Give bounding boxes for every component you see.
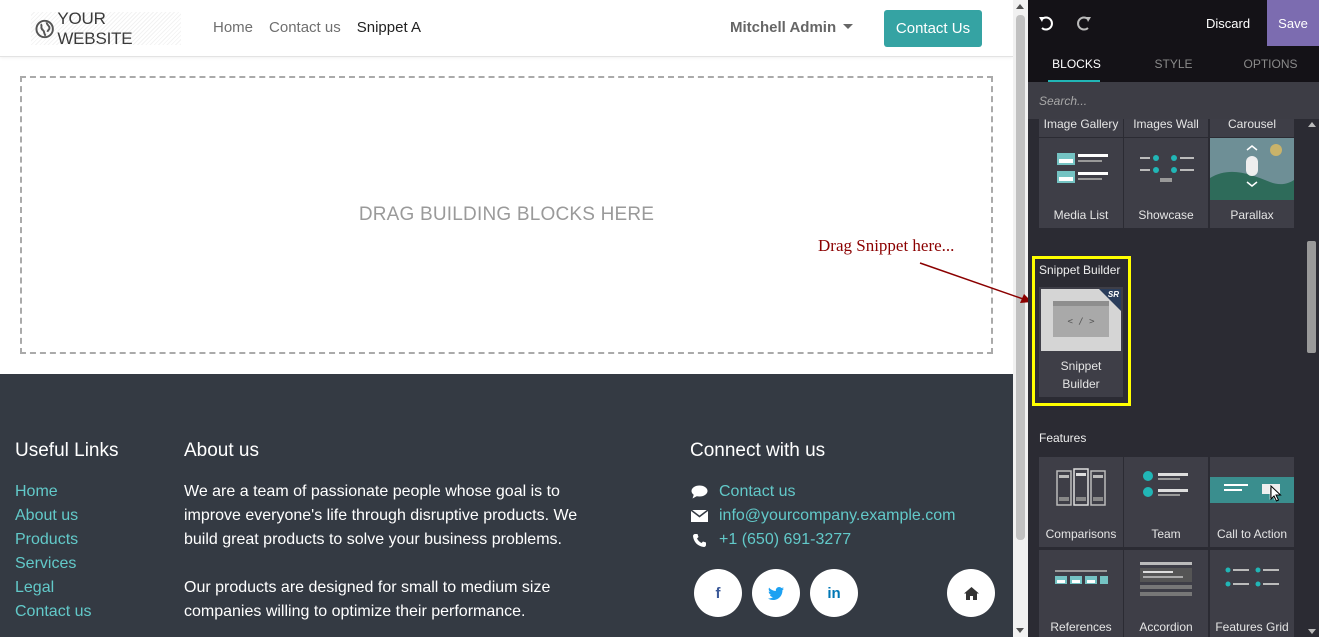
connect-phone-row[interactable]: +1 (650) 691-3277 — [690, 528, 956, 552]
scroll-down-arrow-icon[interactable] — [1016, 628, 1024, 633]
accordion-thumbnail — [1140, 562, 1192, 596]
panel-scroll-down-icon[interactable] — [1308, 629, 1316, 634]
tab-blocks[interactable]: BLOCKS — [1028, 46, 1125, 82]
block-search — [1028, 82, 1319, 119]
block-image-gallery[interactable]: Image Gallery — [1039, 119, 1123, 137]
footer-link-about[interactable]: About us — [15, 504, 119, 528]
sr-badge: SR — [1107, 290, 1119, 299]
site-footer: Useful Links Home About us Products Serv… — [0, 374, 1013, 637]
comment-icon — [690, 485, 708, 499]
block-comparisons[interactable]: Comparisons — [1039, 457, 1123, 547]
block-features-grid[interactable]: Features Grid — [1210, 550, 1294, 637]
user-name: Mitchell Admin — [730, 19, 837, 36]
panel-scrollbar[interactable] — [1304, 119, 1319, 637]
drop-zone[interactable]: DRAG BUILDING BLOCKS HERE — [20, 76, 993, 354]
tab-options[interactable]: OPTIONS — [1222, 46, 1319, 82]
site-logo[interactable]: YOUR WEBSITE — [31, 9, 181, 48]
block-media-list[interactable]: Media List — [1039, 138, 1123, 228]
nav-snippet-a[interactable]: Snippet A — [357, 19, 421, 36]
connect-email-row[interactable]: info@yourcompany.example.com — [690, 504, 956, 528]
user-menu[interactable]: Mitchell Admin — [730, 19, 854, 36]
panel-scrollbar-thumb[interactable] — [1307, 241, 1316, 353]
connect-contact-row[interactable]: Contact us — [690, 480, 956, 504]
about-column: About us We are a team of passionate peo… — [184, 440, 644, 624]
globe-icon — [35, 19, 54, 38]
home-button[interactable] — [947, 569, 995, 617]
connect-title: Connect with us — [690, 440, 826, 461]
main-nav: Home Contact us Snippet A — [213, 19, 437, 36]
facebook-button[interactable]: f — [694, 569, 742, 617]
snippet-builder-label: Snippet Builder — [1060, 359, 1102, 391]
connect-contact-link[interactable]: Contact us — [719, 480, 795, 504]
nav-home[interactable]: Home — [213, 19, 253, 36]
website-scrollbar[interactable] — [1013, 0, 1028, 637]
footer-link-legal[interactable]: Legal — [15, 576, 119, 600]
logo-text: YOUR WEBSITE — [57, 8, 133, 48]
about-title: About us — [184, 440, 259, 461]
redo-icon[interactable] — [1075, 14, 1093, 32]
about-paragraph-2: Our products are designed for small to m… — [184, 579, 551, 620]
discard-button[interactable]: Discard — [1206, 16, 1250, 31]
undo-icon[interactable] — [1037, 14, 1055, 32]
website-preview: YOUR WEBSITE Home Contact us Snippet A M… — [0, 0, 1013, 637]
scroll-up-arrow-icon[interactable] — [1016, 4, 1024, 9]
footer-link-home[interactable]: Home — [15, 480, 119, 504]
block-parallax[interactable]: Parallax — [1210, 138, 1294, 228]
drop-zone-text: DRAG BUILDING BLOCKS HERE — [358, 204, 655, 225]
block-carousel[interactable]: Carousel — [1210, 119, 1294, 137]
block-call-to-action[interactable]: Call to Action — [1210, 457, 1294, 547]
home-icon — [963, 586, 979, 600]
site-header: YOUR WEBSITE Home Contact us Snippet A M… — [0, 0, 1013, 57]
caret-down-icon — [843, 24, 854, 29]
showcase-thumbnail — [1140, 155, 1194, 182]
footer-link-contact[interactable]: Contact us — [15, 600, 119, 624]
features-grid-thumbnail — [1225, 567, 1279, 587]
panel-scroll-up-icon[interactable] — [1308, 122, 1316, 127]
about-paragraph-1: We are a team of passionate people whose… — [184, 483, 578, 548]
blocks-list: Image Gallery Images Wall Carousel Media… — [1028, 119, 1304, 637]
footer-link-products[interactable]: Products — [15, 528, 119, 552]
media-list-thumbnail — [1057, 153, 1108, 183]
footer-link-services[interactable]: Services — [15, 552, 119, 576]
snippet-builder-thumbnail: < / > SR — [1041, 289, 1121, 351]
twitter-icon — [768, 586, 784, 600]
block-team[interactable]: Team — [1124, 457, 1208, 547]
block-images-wall[interactable]: Images Wall — [1124, 119, 1208, 137]
comparisons-thumbnail — [1056, 468, 1106, 506]
editor-tabs: BLOCKS STYLE OPTIONS — [1028, 46, 1319, 82]
envelope-icon — [690, 509, 708, 523]
tab-style[interactable]: STYLE — [1125, 46, 1222, 82]
phone-icon — [690, 533, 708, 547]
save-button[interactable]: Save — [1267, 0, 1319, 46]
nav-contact-us[interactable]: Contact us — [269, 19, 341, 36]
connect-column: Connect with us Contact us info@yourcomp… — [690, 440, 956, 552]
annotation-text: Drag Snippet here... — [818, 236, 955, 255]
editor-topbar: Discard Save — [1028, 0, 1319, 46]
connect-email-link[interactable]: info@yourcompany.example.com — [719, 504, 956, 528]
block-showcase[interactable]: Showcase — [1124, 138, 1208, 228]
parallax-thumbnail — [1210, 138, 1294, 200]
code-icon: < / > — [1067, 317, 1095, 327]
search-input[interactable] — [1028, 82, 1319, 119]
editor-panel: Discard Save BLOCKS STYLE OPTIONS Image … — [1028, 0, 1319, 637]
linkedin-button[interactable]: in — [810, 569, 858, 617]
scrollbar-thumb[interactable] — [1016, 15, 1025, 540]
linkedin-icon: in — [827, 584, 841, 602]
connect-phone-link[interactable]: +1 (650) 691-3277 — [719, 528, 851, 552]
contact-us-button[interactable]: Contact Us — [884, 10, 982, 47]
facebook-icon: f — [715, 584, 721, 602]
features-section-title: Features — [1039, 431, 1087, 445]
block-snippet-builder[interactable]: < / > SR Snippet Builder — [1039, 287, 1123, 397]
twitter-button[interactable] — [752, 569, 800, 617]
team-thumbnail — [1143, 471, 1188, 497]
block-accordion[interactable]: Accordion — [1124, 550, 1208, 637]
block-references[interactable]: References — [1039, 550, 1123, 637]
mouse-cursor-icon — [1270, 485, 1282, 502]
references-thumbnail — [1055, 570, 1108, 584]
useful-links-title: Useful Links — [15, 440, 119, 461]
useful-links-column: Useful Links Home About us Products Serv… — [15, 440, 119, 624]
